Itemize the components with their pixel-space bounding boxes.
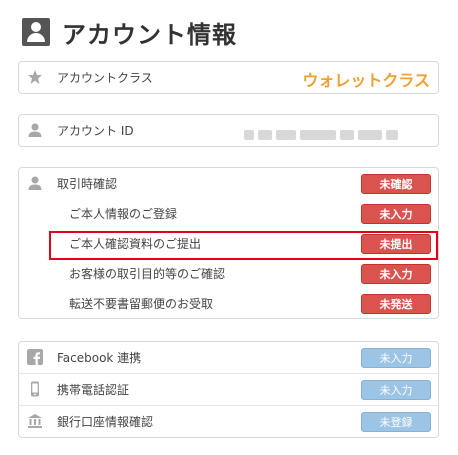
person-icon (27, 122, 43, 138)
item-label: お客様の取引目的等のご確認 (69, 266, 226, 281)
star-icon (27, 69, 43, 85)
user-square-icon (22, 18, 50, 46)
item-status-button[interactable]: 未入力 (361, 204, 431, 224)
verification-status-button[interactable]: 未確認 (361, 174, 431, 194)
item-status-button[interactable]: 未発送 (361, 294, 431, 314)
facebook-label: Facebook 連携 (57, 351, 142, 365)
bank-label: 銀行口座情報確認 (57, 415, 154, 429)
account-class-label: アカウントクラス (57, 71, 153, 85)
list-item[interactable]: お客様の取引目的等のご確認 未入力 (19, 258, 438, 288)
list-item[interactable]: 銀行口座情報確認 未登録 (19, 406, 438, 437)
page-title: アカウント情報 (62, 20, 237, 49)
list-item[interactable]: ご本人情報のご登録 未入力 (19, 198, 438, 228)
facebook-icon (27, 349, 43, 365)
item-label: 転送不要書留郵便のお受取 (69, 296, 214, 311)
account-class-value: ウォレットクラス (302, 71, 430, 90)
account-id-value-redacted (244, 125, 424, 140)
account-id-label: アカウント ID (57, 124, 134, 138)
item-status-button[interactable]: 未入力 (361, 264, 431, 284)
person-icon (27, 175, 43, 191)
verification-row[interactable]: 取引時確認 未確認 (19, 168, 438, 198)
bank-status-button[interactable]: 未登録 (361, 412, 431, 432)
list-item[interactable]: 携帯電話認証 未入力 (19, 374, 438, 405)
item-label: ご本人情報のご登録 (69, 206, 178, 221)
account-id-box: アカウント ID (18, 114, 439, 147)
account-class-box: アカウントクラス ウォレットクラス (18, 61, 439, 94)
phone-label: 携帯電話認証 (57, 383, 130, 397)
list-item[interactable]: 転送不要書留郵便のお受取 未発送 (19, 288, 438, 318)
list-item[interactable]: Facebook 連携 未入力 (19, 342, 438, 373)
mobile-phone-icon (27, 381, 43, 397)
highlight-frame (49, 231, 438, 260)
links-box: Facebook 連携 未入力 携帯電話認証 未入力 銀行口座情報確認 未登録 (18, 341, 439, 438)
page-header: アカウント情報 (22, 14, 237, 50)
facebook-status-button[interactable]: 未入力 (361, 348, 431, 368)
verification-label: 取引時確認 (57, 176, 118, 191)
phone-status-button[interactable]: 未入力 (361, 380, 431, 400)
bank-icon (27, 413, 43, 429)
